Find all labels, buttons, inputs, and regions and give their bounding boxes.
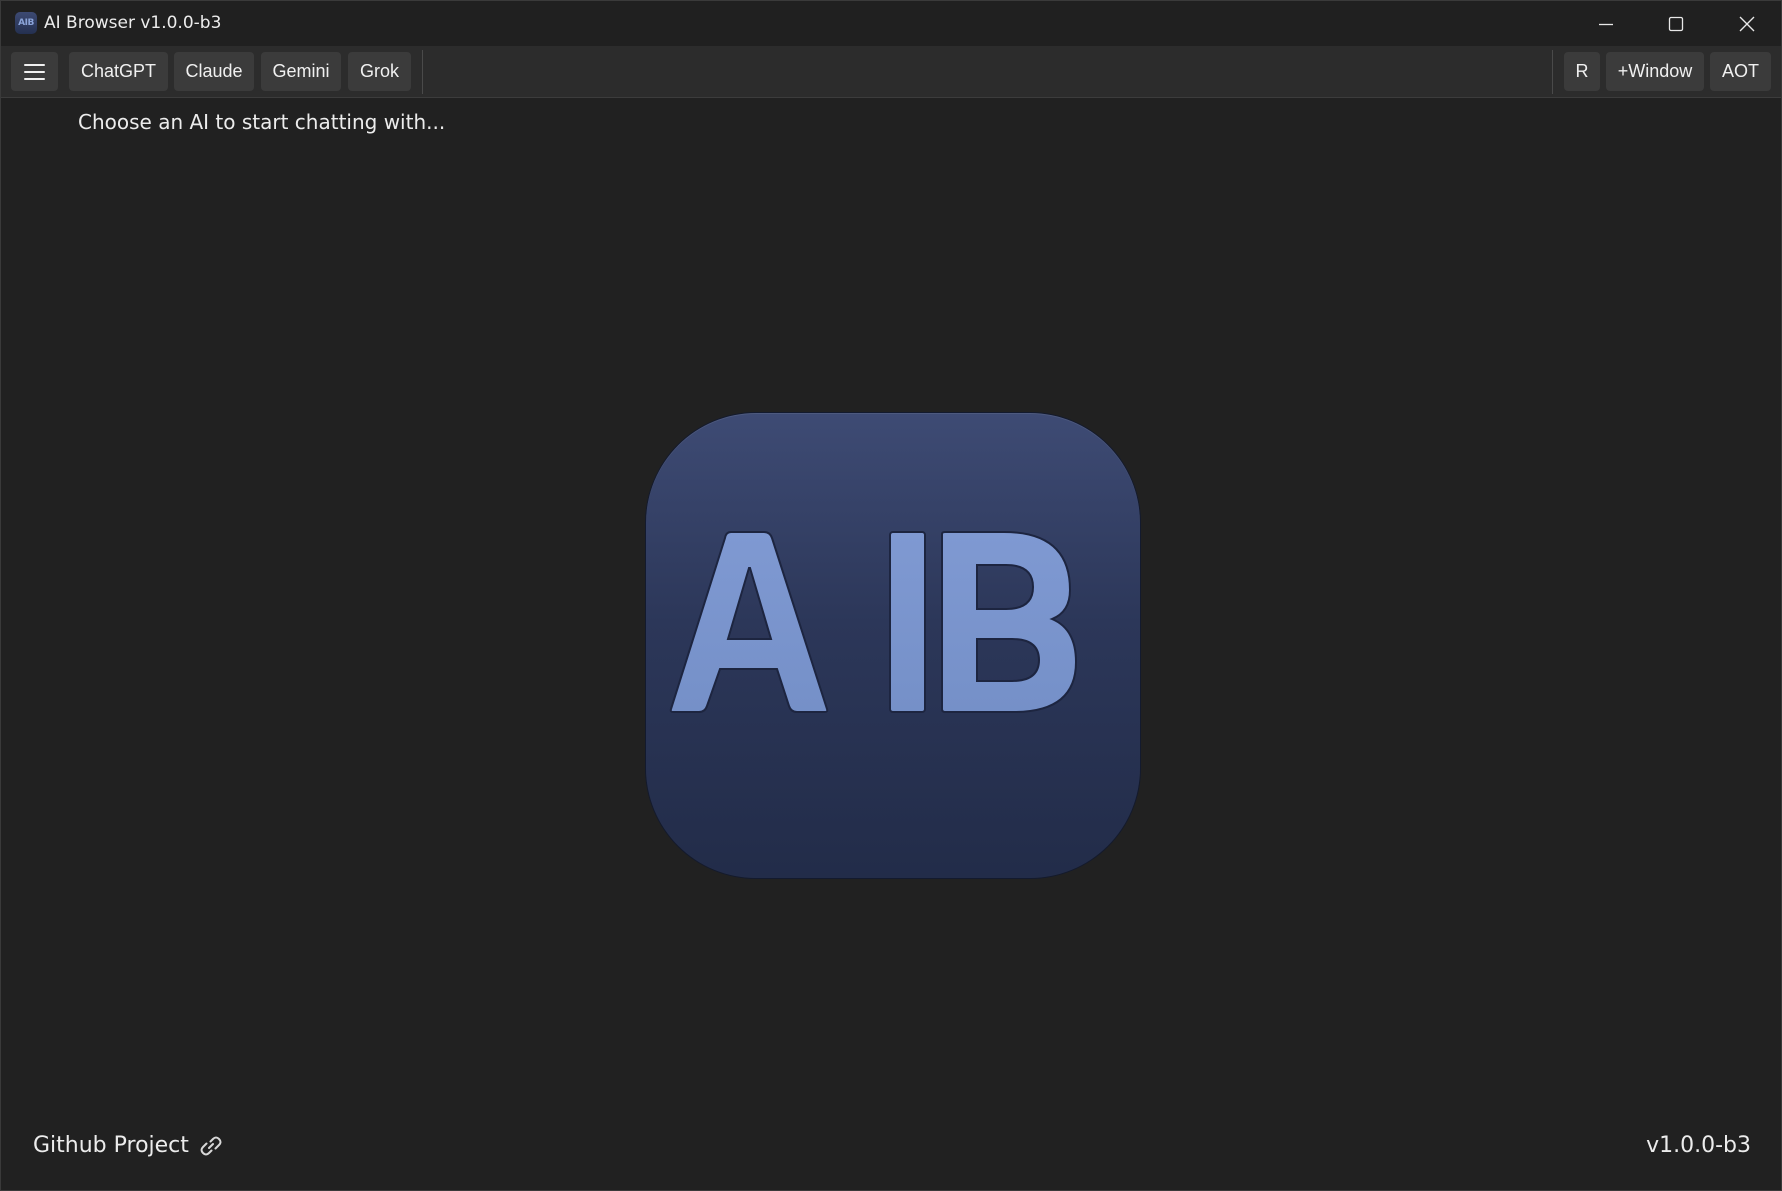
link-icon	[200, 1136, 222, 1156]
new-window-button[interactable]: +Window	[1606, 52, 1704, 91]
menu-button[interactable]	[11, 52, 58, 91]
close-button[interactable]	[1712, 1, 1781, 46]
app-window: AIB AI Browser v1.0.0-b3 ChatGPT Claude …	[0, 0, 1782, 1191]
aib-logo-icon	[669, 531, 1078, 713]
chatgpt-button[interactable]: ChatGPT	[69, 52, 168, 91]
maximize-icon	[1668, 16, 1684, 31]
maximize-button[interactable]	[1641, 1, 1711, 46]
toolbar-divider	[1552, 50, 1553, 94]
always-on-top-button[interactable]: AOT	[1710, 52, 1771, 91]
aib-logo	[646, 413, 1140, 878]
close-icon	[1739, 16, 1755, 31]
toolbar-divider	[422, 50, 423, 94]
choose-ai-prompt: Choose an AI to start chatting with...	[78, 110, 446, 134]
grok-button[interactable]: Grok	[348, 52, 411, 91]
window-title: AI Browser v1.0.0-b3	[44, 13, 222, 33]
toolbar: ChatGPT Claude Gemini Grok R +Window AOT	[1, 46, 1781, 98]
github-project-label: Github Project	[33, 1133, 189, 1158]
gemini-button[interactable]: Gemini	[261, 52, 341, 91]
hamburger-menu-icon	[24, 63, 45, 66]
minimize-icon	[1599, 23, 1613, 25]
version-label: v1.0.0-b3	[1646, 1133, 1751, 1158]
claude-button[interactable]: Claude	[174, 52, 254, 91]
minimize-button[interactable]	[1571, 1, 1641, 46]
title-bar[interactable]: AIB AI Browser v1.0.0-b3	[1, 1, 1781, 46]
app-logo-icon: AIB	[15, 12, 37, 34]
github-project-link[interactable]: Github Project	[33, 1133, 223, 1159]
reload-button[interactable]: R	[1564, 52, 1600, 91]
